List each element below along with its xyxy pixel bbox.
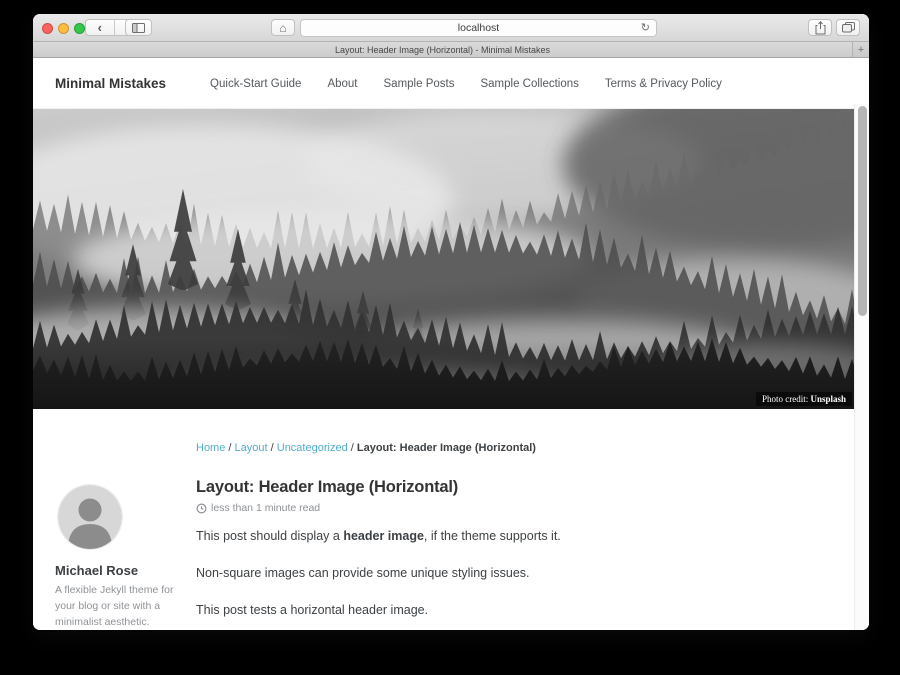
author-sidebar: Michael Rose A flexible Jekyll theme for… bbox=[33, 409, 196, 630]
minimize-window-button[interactable] bbox=[58, 23, 69, 34]
nav-item-sample-posts[interactable]: Sample Posts bbox=[384, 78, 455, 90]
back-button[interactable]: ‹ bbox=[86, 20, 114, 35]
address-bar[interactable]: localhost ↻ bbox=[300, 19, 657, 37]
page-title: Layout: Header Image (Horizontal) bbox=[196, 478, 779, 497]
breadcrumb-current: Layout: Header Image (Horizontal) bbox=[357, 442, 536, 454]
browser-toolbar: ‹ › ⌂ localhost ↻ bbox=[33, 14, 869, 42]
home-icon: ⌂ bbox=[279, 21, 286, 35]
post-content: Home / Layout / Uncategorized / Layout: … bbox=[196, 409, 869, 630]
paragraph: Non-square images can provide some uniqu… bbox=[196, 564, 779, 582]
active-tab[interactable]: Layout: Header Image (Horizontal) - Mini… bbox=[33, 42, 852, 57]
breadcrumb-home-link[interactable]: Home bbox=[196, 442, 225, 454]
scrollbar-thumb[interactable] bbox=[858, 106, 867, 316]
tabs-icon bbox=[842, 22, 855, 33]
nav-item-quick-start-guide[interactable]: Quick-Start Guide bbox=[210, 78, 301, 90]
breadcrumb: Home / Layout / Uncategorized / Layout: … bbox=[196, 442, 779, 454]
back-icon: ‹ bbox=[98, 20, 102, 35]
author-bio: A flexible Jekyll theme for your blog or… bbox=[55, 583, 195, 630]
new-tab-button[interactable]: + bbox=[852, 42, 869, 57]
sidebar-toggle-button[interactable] bbox=[125, 19, 152, 36]
url-text: localhost bbox=[458, 22, 499, 34]
breadcrumb-separator: / bbox=[351, 442, 354, 454]
home-button[interactable]: ⌂ bbox=[271, 19, 295, 36]
paragraph: This post should display a header image,… bbox=[196, 527, 779, 545]
breadcrumb-separator: / bbox=[271, 442, 274, 454]
author-name: Michael Rose bbox=[55, 563, 196, 578]
post-layout: Michael Rose A flexible Jekyll theme for… bbox=[33, 409, 869, 630]
web-page: Minimal Mistakes Quick-Start Guide About… bbox=[33, 59, 869, 630]
nav-item-sample-collections[interactable]: Sample Collections bbox=[480, 78, 578, 90]
breadcrumb-layout-link[interactable]: Layout bbox=[235, 442, 268, 454]
tab-bar: Layout: Header Image (Horizontal) - Mini… bbox=[33, 42, 869, 58]
nav-item-about[interactable]: About bbox=[327, 78, 357, 90]
foggy-forest-illustration bbox=[33, 109, 869, 409]
clock-icon bbox=[196, 503, 207, 514]
read-time-text: less than 1 minute read bbox=[211, 502, 320, 514]
masthead: Minimal Mistakes Quick-Start Guide About… bbox=[33, 59, 869, 109]
close-window-button[interactable] bbox=[42, 23, 53, 34]
sidebar-icon bbox=[132, 23, 145, 33]
breadcrumb-separator: / bbox=[228, 442, 231, 454]
paragraph: This post tests a horizontal header imag… bbox=[196, 601, 779, 619]
reload-icon[interactable]: ↻ bbox=[641, 21, 650, 34]
share-icon bbox=[815, 21, 826, 35]
site-title-link[interactable]: Minimal Mistakes bbox=[55, 76, 166, 91]
primary-nav: Quick-Start Guide About Sample Posts Sam… bbox=[210, 78, 722, 90]
photo-credit: Photo credit: Unsplash bbox=[756, 392, 852, 406]
scrollbar-track[interactable] bbox=[854, 104, 869, 630]
plus-icon: + bbox=[858, 44, 864, 56]
browser-window: ‹ › ⌂ localhost ↻ Layout: Header Image (… bbox=[33, 14, 869, 630]
photo-credit-source[interactable]: Unsplash bbox=[810, 394, 846, 404]
read-time: less than 1 minute read bbox=[196, 502, 779, 514]
nav-item-terms-privacy[interactable]: Terms & Privacy Policy bbox=[605, 78, 722, 90]
window-controls bbox=[42, 23, 85, 34]
tab-title: Layout: Header Image (Horizontal) - Mini… bbox=[335, 45, 550, 55]
photo-credit-label: Photo credit: bbox=[762, 394, 811, 404]
share-button[interactable] bbox=[808, 19, 832, 36]
breadcrumb-uncategorized-link[interactable]: Uncategorized bbox=[277, 442, 348, 454]
tab-overview-button[interactable] bbox=[836, 19, 860, 36]
zoom-window-button[interactable] bbox=[74, 23, 85, 34]
header-image: Photo credit: Unsplash bbox=[33, 109, 869, 409]
author-avatar bbox=[58, 485, 122, 549]
